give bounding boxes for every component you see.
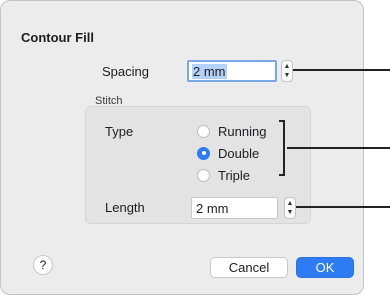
radio-button-selected-icon (197, 146, 210, 160)
chevron-up-icon: ▲ (283, 63, 291, 70)
type-callout-line (287, 147, 390, 149)
length-value: 2 mm (196, 201, 229, 216)
radio-running[interactable]: Running (197, 123, 266, 139)
dialog-title: Contour Fill (21, 30, 94, 45)
type-bracket-callout (279, 120, 285, 176)
chevron-down-icon: ▼ (283, 72, 291, 79)
radio-double[interactable]: Double (197, 145, 259, 161)
spacing-callout-line (293, 69, 390, 71)
chevron-down-icon: ▼ (286, 209, 294, 216)
spacing-field[interactable]: 2 mm (187, 60, 277, 82)
type-label: Type (105, 124, 134, 139)
length-label: Length (105, 200, 145, 215)
ok-button[interactable]: OK (296, 257, 354, 278)
length-field[interactable]: 2 mm (191, 197, 278, 219)
spacing-stepper[interactable]: ▲ ▼ (281, 60, 293, 82)
help-button[interactable]: ? (33, 255, 53, 275)
spacing-label: Spacing (102, 64, 149, 79)
cancel-button[interactable]: Cancel (210, 257, 288, 278)
spacing-value: 2 mm (192, 64, 227, 79)
radio-triple-label: Triple (218, 167, 251, 183)
radio-button-icon (197, 124, 210, 138)
length-callout-line (296, 206, 390, 208)
chevron-up-icon: ▲ (286, 200, 294, 207)
radio-triple[interactable]: Triple (197, 167, 250, 183)
length-stepper[interactable]: ▲ ▼ (284, 197, 296, 219)
radio-running-label: Running (218, 123, 267, 139)
radio-button-icon (197, 168, 210, 182)
radio-double-label: Double (218, 145, 260, 161)
